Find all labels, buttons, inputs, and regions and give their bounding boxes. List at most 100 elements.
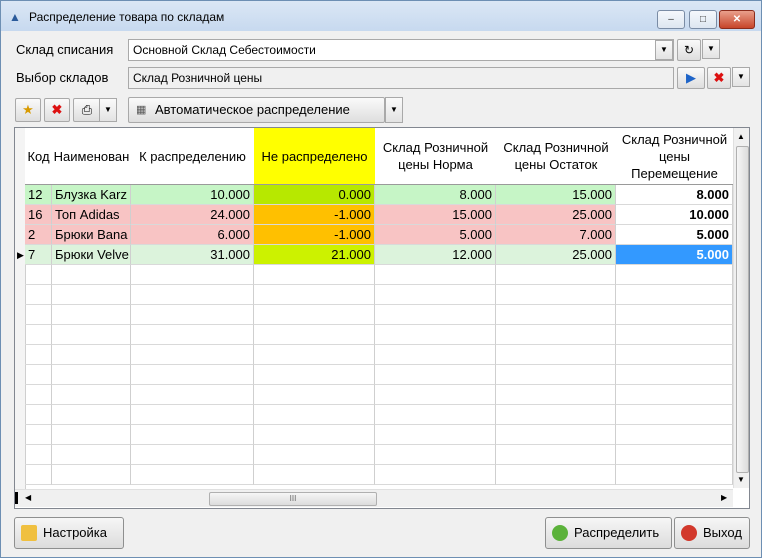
writeoff-warehouse-combo[interactable]: Основной Склад Себестоимости ▼ xyxy=(128,39,674,61)
select-arrow-button[interactable]: ▶ xyxy=(677,67,705,89)
cell-transfer[interactable]: 5.000 xyxy=(616,225,733,245)
scroll-marker xyxy=(15,492,18,504)
cell-not-distributed[interactable]: -1.000 xyxy=(254,205,375,225)
empty-cell xyxy=(254,425,375,445)
empty-cell xyxy=(496,305,616,325)
empty-cell xyxy=(52,265,131,285)
cell-transfer[interactable]: 5.000 xyxy=(616,245,733,265)
settings-button[interactable]: Настройка xyxy=(14,517,124,549)
cell-transfer[interactable]: 8.000 xyxy=(616,185,733,205)
header-norm[interactable]: Склад Розничной цены Норма xyxy=(375,128,497,185)
cell-code[interactable]: 2 xyxy=(25,225,52,245)
auto-distribute-label: Автоматическое распределение xyxy=(155,102,350,117)
empty-cell xyxy=(496,365,616,385)
empty-cell xyxy=(25,305,52,325)
cell-name[interactable]: Брюки Velve xyxy=(52,245,131,265)
empty-cell xyxy=(496,425,616,445)
header-balance[interactable]: Склад Розничной цены Остаток xyxy=(496,128,617,185)
empty-cell xyxy=(52,385,131,405)
distribute-button[interactable]: Распределить xyxy=(545,517,672,549)
empty-cell xyxy=(616,405,733,425)
empty-cell xyxy=(616,365,733,385)
cell-not-distributed[interactable]: -1.000 xyxy=(254,225,375,245)
empty-cell xyxy=(52,465,131,485)
empty-cell xyxy=(375,285,496,305)
empty-cell xyxy=(375,465,496,485)
select-warehouses-label: Выбор складов xyxy=(16,70,109,85)
chevron-down-icon[interactable]: ▼ xyxy=(732,67,750,87)
cell-norm[interactable]: 8.000 xyxy=(375,185,496,205)
cell-to-distribute[interactable]: 24.000 xyxy=(131,205,254,225)
cell-name[interactable]: Блузка Karz xyxy=(52,185,131,205)
vertical-scroll-thumb[interactable] xyxy=(736,146,749,473)
chevron-down-icon[interactable]: ▼ xyxy=(385,97,403,123)
exit-label: Выход xyxy=(703,525,742,540)
cell-name[interactable]: Топ Adidas xyxy=(52,205,131,225)
header-transfer[interactable]: Склад Розничной цены Перемещение xyxy=(616,128,734,185)
cell-balance[interactable]: 7.000 xyxy=(496,225,616,245)
minimize-button[interactable]: – xyxy=(657,10,685,29)
empty-cell xyxy=(616,385,733,405)
cell-balance[interactable]: 15.000 xyxy=(496,185,616,205)
header-name[interactable]: Наименован xyxy=(52,128,132,185)
scroll-up-icon[interactable]: ▲ xyxy=(737,132,745,141)
empty-cell xyxy=(131,285,254,305)
cell-name[interactable]: Брюки Bana xyxy=(52,225,131,245)
empty-cell xyxy=(131,365,254,385)
empty-cell xyxy=(616,425,733,445)
empty-cell xyxy=(52,325,131,345)
delete-icon[interactable]: ✖ xyxy=(44,98,70,122)
header-code[interactable]: Код xyxy=(25,128,53,185)
cell-code[interactable]: 16 xyxy=(25,205,52,225)
empty-cell xyxy=(131,345,254,365)
horizontal-scroll-thumb[interactable]: III xyxy=(209,492,377,506)
cell-balance[interactable]: 25.000 xyxy=(496,205,616,225)
chevron-down-icon[interactable]: ▼ xyxy=(655,40,673,60)
scroll-down-icon[interactable]: ▼ xyxy=(737,475,745,484)
cell-to-distribute[interactable]: 10.000 xyxy=(131,185,254,205)
auto-distribute-button[interactable]: ▦ Автоматическое распределение xyxy=(128,97,385,123)
settings-icon xyxy=(21,525,37,541)
app-icon: ▲ xyxy=(9,10,21,24)
empty-cell xyxy=(131,425,254,445)
cell-to-distribute[interactable]: 31.000 xyxy=(131,245,254,265)
select-warehouses-value: Склад Розничной цены xyxy=(133,71,263,85)
current-row-indicator: ▶ xyxy=(17,250,24,260)
empty-cell xyxy=(496,325,616,345)
select-warehouses-field[interactable]: Склад Розничной цены xyxy=(128,67,674,89)
exit-button[interactable]: Выход xyxy=(674,517,750,549)
empty-cell xyxy=(496,345,616,365)
cell-norm[interactable]: 15.000 xyxy=(375,205,496,225)
empty-cell xyxy=(616,445,733,465)
horizontal-scrollbar[interactable]: ◀ III ▶ xyxy=(15,489,733,507)
cell-code[interactable]: 7 xyxy=(25,245,52,265)
cell-transfer[interactable]: 10.000 xyxy=(616,205,733,225)
new-document-icon[interactable]: ★ xyxy=(15,98,41,122)
clear-icon[interactable]: ✖ xyxy=(707,67,731,89)
refresh-icon[interactable]: ↻ xyxy=(677,39,701,61)
empty-cell xyxy=(254,325,375,345)
cell-balance[interactable]: 25.000 xyxy=(496,245,616,265)
close-button[interactable]: ✕ xyxy=(719,10,755,29)
empty-cell xyxy=(254,345,375,365)
header-not-distributed[interactable]: Не распределено xyxy=(254,128,376,185)
cell-norm[interactable]: 5.000 xyxy=(375,225,496,245)
cell-norm[interactable]: 12.000 xyxy=(375,245,496,265)
cell-not-distributed[interactable]: 21.000 xyxy=(254,245,375,265)
empty-cell xyxy=(131,305,254,325)
scroll-right-icon[interactable]: ▶ xyxy=(721,493,727,502)
empty-cell xyxy=(254,285,375,305)
cell-not-distributed[interactable]: 0.000 xyxy=(254,185,375,205)
vertical-scrollbar[interactable]: ▲ ▼ xyxy=(733,128,749,488)
print-icon[interactable]: ⎙ xyxy=(73,98,101,122)
distribution-grid[interactable]: Код Наименован К распределению Не распредел… xyxy=(14,127,750,509)
header-to-distribute[interactable]: К распределению xyxy=(131,128,255,185)
empty-cell xyxy=(375,365,496,385)
empty-cell xyxy=(25,405,52,425)
chevron-down-icon[interactable]: ▼ xyxy=(702,39,720,59)
cell-code[interactable]: 12 xyxy=(25,185,52,205)
cell-to-distribute[interactable]: 6.000 xyxy=(131,225,254,245)
scroll-left-icon[interactable]: ◀ xyxy=(25,493,31,502)
maximize-button[interactable]: □ xyxy=(689,10,717,29)
chevron-down-icon[interactable]: ▼ xyxy=(99,98,117,122)
